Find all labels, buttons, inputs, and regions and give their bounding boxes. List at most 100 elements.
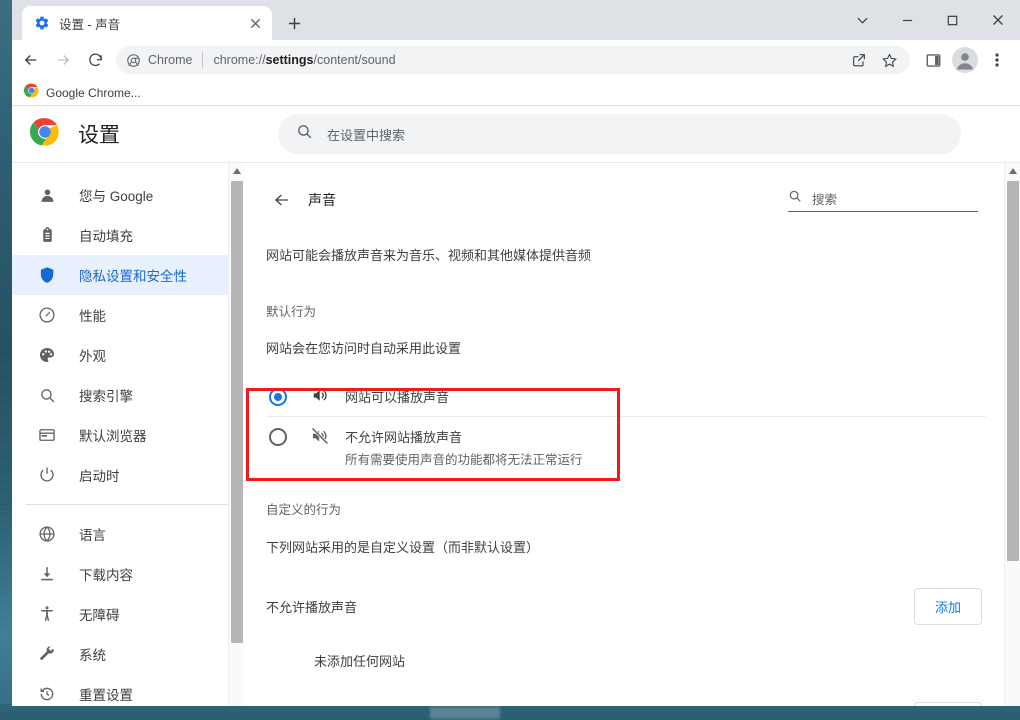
scroll-up-arrow-icon[interactable] bbox=[1005, 163, 1020, 179]
scroll-down-arrow-icon[interactable] bbox=[1005, 704, 1020, 706]
sidebar-item-on-startup[interactable]: 启动时 bbox=[12, 455, 244, 495]
breadcrumb: 声音 搜索 bbox=[266, 181, 986, 219]
star-icon[interactable] bbox=[874, 45, 904, 75]
gear-icon bbox=[34, 15, 50, 31]
search-icon bbox=[296, 123, 313, 145]
sidebar-scrollbar-thumb[interactable] bbox=[231, 181, 243, 643]
share-icon[interactable] bbox=[844, 45, 874, 75]
tab-strip: 设置 - 声音 bbox=[12, 0, 1020, 40]
settings-search-placeholder: 在设置中搜索 bbox=[327, 127, 406, 143]
settings-content: 声音 搜索 网站可能会播放声音来为音乐、视频和其他媒体提供音频 默认行为 网站会… bbox=[244, 163, 1020, 706]
radio-label: 不允许网站播放声音 bbox=[345, 430, 463, 445]
add-blocked-site-button[interactable]: 添加 bbox=[913, 588, 982, 625]
speaker-muted-icon bbox=[309, 426, 331, 446]
sidebar-item-label: 自动填充 bbox=[79, 229, 133, 244]
download-icon bbox=[37, 565, 57, 583]
sidebar-item-autofill[interactable]: 自动填充 bbox=[12, 215, 244, 255]
avatar-icon[interactable] bbox=[950, 45, 980, 75]
side-panel-icon[interactable] bbox=[918, 45, 948, 75]
inline-search-placeholder: 搜索 bbox=[812, 192, 838, 207]
radio-indicator[interactable] bbox=[269, 428, 287, 446]
radio-indicator[interactable] bbox=[269, 388, 287, 406]
section-title: 声音 bbox=[308, 192, 336, 208]
wrench-icon bbox=[37, 645, 57, 663]
blocked-sites-empty-note: 未添加任何网站 bbox=[314, 654, 406, 669]
radio-option-block-sound[interactable]: 不允许网站播放声音 所有需要使用声音的功能都将无法正常运行 bbox=[266, 416, 986, 478]
settings-sidebar: 您与 Google 自动填充 隐私设置和安全性 性能 外观 搜索引擎 默认浏览器… bbox=[12, 163, 244, 706]
sidebar-item-appearance[interactable]: 外观 bbox=[12, 335, 244, 375]
new-tab-button[interactable] bbox=[280, 9, 308, 37]
chrome-logo-icon bbox=[29, 117, 60, 152]
scroll-down-arrow-icon[interactable] bbox=[229, 704, 244, 706]
sidebar-scrollbar[interactable] bbox=[228, 163, 244, 706]
sidebar-item-you-and-google[interactable]: 您与 Google bbox=[12, 175, 244, 215]
taskbar-strip[interactable] bbox=[0, 704, 1020, 720]
settings-header: 设置 在设置中搜索 bbox=[12, 106, 1020, 162]
sidebar-item-accessibility[interactable]: 无障碍 bbox=[12, 594, 244, 634]
sidebar-item-performance[interactable]: 性能 bbox=[12, 295, 244, 335]
sidebar-item-privacy-and-security[interactable]: 隐私设置和安全性 bbox=[12, 255, 244, 295]
three-dot-menu-icon[interactable] bbox=[982, 45, 1012, 75]
content-scrollbar[interactable] bbox=[1004, 163, 1020, 706]
radio-option-allow-sound[interactable]: 网站可以播放声音 bbox=[266, 377, 986, 416]
sidebar-item-search-engine[interactable]: 搜索引擎 bbox=[12, 375, 244, 415]
default-behavior-label: 默认行为 bbox=[266, 305, 317, 319]
maximize-icon[interactable] bbox=[930, 0, 975, 40]
minimize-icon[interactable] bbox=[885, 0, 930, 40]
search-icon bbox=[788, 189, 802, 208]
accessibility-icon bbox=[37, 605, 57, 623]
browser-tab[interactable]: 设置 - 声音 bbox=[22, 6, 272, 40]
omnibox-actions bbox=[844, 45, 904, 75]
sidebar-item-default-browser[interactable]: 默认浏览器 bbox=[12, 415, 244, 455]
forward-arrow-icon[interactable] bbox=[48, 45, 78, 75]
browser-window-icon bbox=[37, 426, 57, 444]
scroll-up-arrow-icon[interactable] bbox=[229, 163, 244, 179]
sidebar-item-label: 搜索引擎 bbox=[79, 389, 133, 404]
back-arrow-icon[interactable] bbox=[266, 184, 298, 216]
chevron-down-icon[interactable] bbox=[840, 0, 885, 40]
blocked-sites-row: 不允许播放声音 添加 bbox=[266, 588, 986, 625]
sidebar-item-label: 启动时 bbox=[79, 469, 120, 484]
sidebar-item-label: 系统 bbox=[79, 648, 106, 663]
sound-description: 网站可能会播放声音来为音乐、视频和其他媒体提供音频 bbox=[266, 248, 592, 263]
speaker-on-icon bbox=[309, 386, 331, 405]
omnibox-divider bbox=[202, 52, 204, 68]
sidebar-item-downloads[interactable]: 下载内容 bbox=[12, 554, 244, 594]
add-allowed-site-button[interactable]: 添加 bbox=[913, 702, 982, 706]
default-behavior-radio-group: 网站可以播放声音 不允许网站播放声音 所有需要使用声音的功能都将无法正常运行 bbox=[266, 377, 986, 478]
close-icon[interactable] bbox=[975, 0, 1020, 40]
close-icon[interactable] bbox=[246, 14, 264, 32]
site-identity-label: Chrome bbox=[148, 53, 193, 67]
site-identity-chip[interactable]: Chrome bbox=[126, 53, 192, 68]
sidebar-item-label: 性能 bbox=[79, 309, 106, 324]
radio-text-group: 网站可以播放声音 bbox=[345, 387, 449, 406]
sidebar-item-reset-settings[interactable]: 重置设置 bbox=[12, 674, 244, 706]
bookmark-label: Google Chrome... bbox=[46, 85, 141, 100]
url-text: chrome://settings/content/sound bbox=[213, 53, 396, 67]
sidebar-item-languages[interactable]: 语言 bbox=[12, 514, 244, 554]
sidebar-item-label: 下载内容 bbox=[79, 568, 133, 583]
page-title: 设置 bbox=[78, 124, 120, 147]
content-scrollbar-thumb[interactable] bbox=[1007, 181, 1019, 561]
chrome-browser-window: 设置 - 声音 Chrome chrome://settings/content… bbox=[12, 0, 1020, 706]
speedometer-icon bbox=[37, 306, 57, 324]
search-icon bbox=[37, 387, 57, 404]
sidebar-divider bbox=[26, 504, 244, 505]
blocked-sites-label: 不允许播放声音 bbox=[266, 600, 358, 615]
sidebar-item-label: 语言 bbox=[79, 528, 106, 543]
sidebar-item-system[interactable]: 系统 bbox=[12, 634, 244, 674]
settings-brand: 设置 bbox=[29, 117, 238, 152]
power-icon bbox=[37, 466, 57, 484]
bookmark-item[interactable]: Google Chrome... bbox=[18, 81, 147, 105]
browser-toolbar: Chrome chrome://settings/content/sound bbox=[12, 40, 1020, 80]
shield-icon bbox=[37, 266, 57, 284]
settings-search-input[interactable]: 在设置中搜索 bbox=[278, 114, 961, 154]
reload-icon[interactable] bbox=[80, 45, 110, 75]
settings-body: 您与 Google 自动填充 隐私设置和安全性 性能 外观 搜索引擎 默认浏览器… bbox=[12, 162, 1020, 706]
back-arrow-icon[interactable] bbox=[16, 45, 46, 75]
address-bar[interactable]: Chrome chrome://settings/content/sound bbox=[116, 46, 910, 74]
globe-icon bbox=[37, 525, 57, 543]
inline-search-input[interactable]: 搜索 bbox=[788, 189, 978, 212]
custom-behavior-label: 自定义的行为 bbox=[266, 503, 342, 517]
allowed-sites-row: 允许播放声音 添加 bbox=[266, 702, 986, 706]
